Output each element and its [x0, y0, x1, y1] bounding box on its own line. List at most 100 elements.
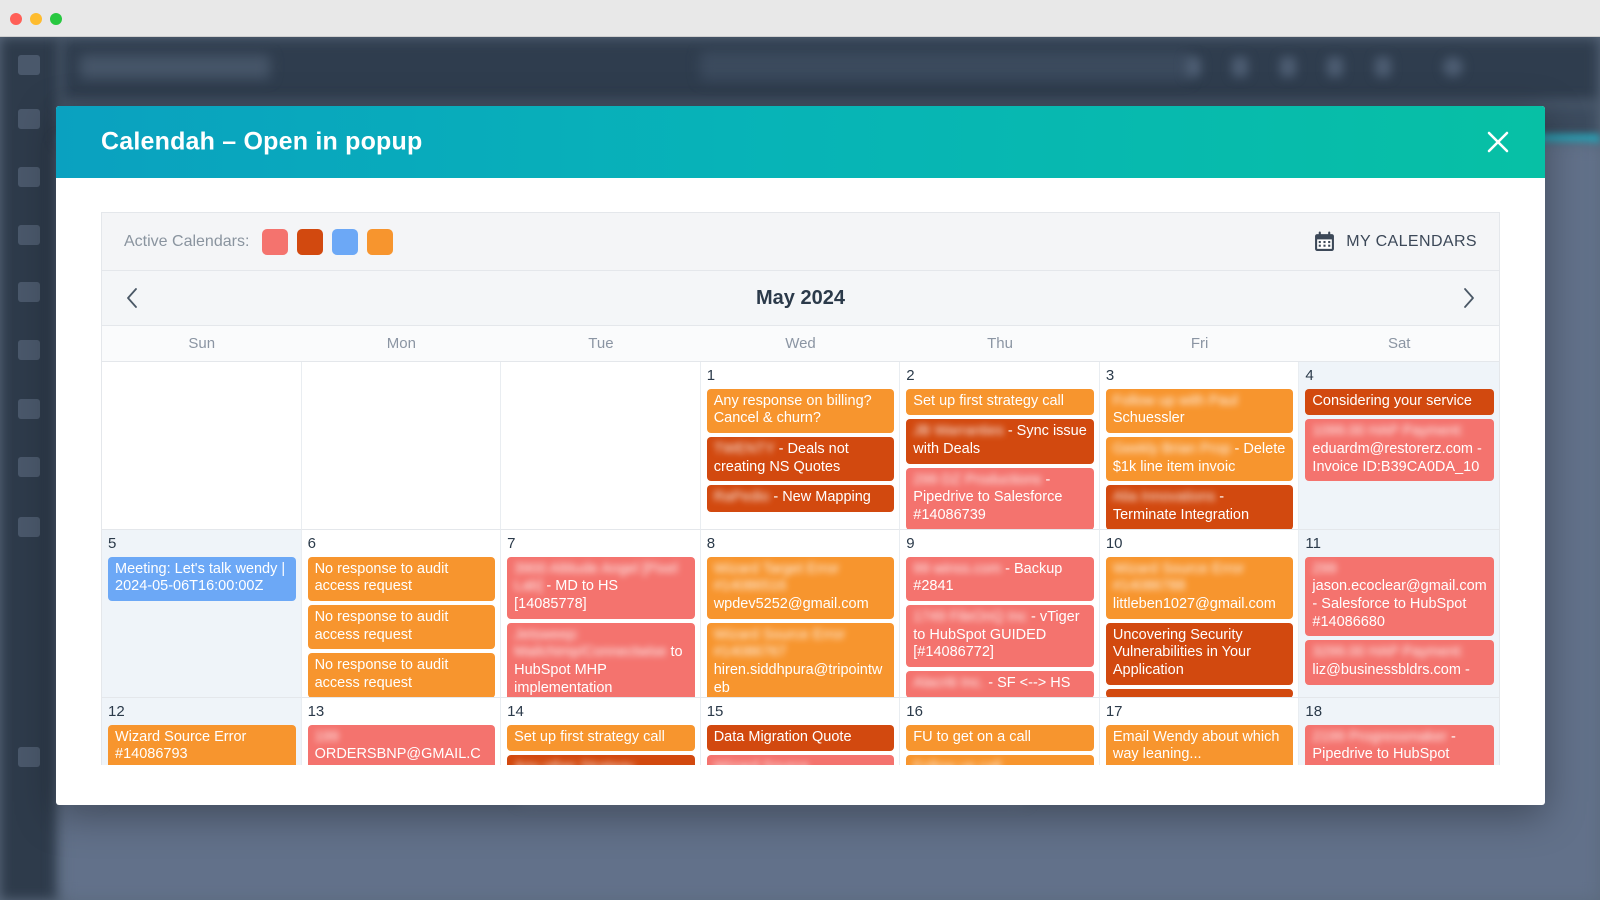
calendar-day-cell-11[interactable]: 11 299 jason.ecoclear@gmail.com - Salesfo… [1299, 530, 1499, 698]
calendar-event[interactable]: Email Wendy about which way leaning... [1105, 724, 1294, 765]
active-calendars-group: Active Calendars: [124, 228, 394, 255]
day-number: 12 [108, 703, 125, 720]
calendar-day-cell-13[interactable]: 13 199 ORDERSBNP@GMAIL.COM [301, 698, 502, 765]
background-avatar [1443, 57, 1463, 77]
calendar-day-cell-empty [501, 362, 701, 530]
background-center-panel [700, 51, 1190, 81]
calendar-event[interactable]: Geekly Brian Prop - Delete $1k line item… [1105, 436, 1294, 482]
modal-body: Active Calendars: MY CALENDARS May 2024 … [56, 178, 1545, 765]
calendar-event[interactable]: Any other Strategy [507, 755, 695, 765]
event-redacted-text: 3299.00 HAP Payment: [1312, 644, 1464, 661]
close-icon[interactable] [1481, 125, 1515, 159]
calendar-event[interactable]: Alacriti Inc. - SF <--> HS [906, 670, 1094, 697]
calendar-day-cell-12[interactable]: 12 Wizard Source Error #14086793 [102, 698, 302, 765]
event-text: wpdev5252@gmail.com [713, 595, 869, 612]
calendar-event[interactable]: TWENTY - Deals not creating NS Quotes [706, 436, 895, 482]
calendar-swatch-3[interactable] [332, 228, 359, 255]
calendar-color-swatches [262, 228, 394, 255]
calendar-day-cell-8[interactable]: 8 Wizard Target Error #14086516 wpdev5252… [700, 530, 901, 698]
calendar-event[interactable]: 199 ORDERSBNP@GMAIL.COM [307, 724, 496, 765]
calendar-event[interactable]: Wizard Source Error #14086788 littleben1… [1105, 556, 1294, 619]
calendar-event[interactable]: 299 DZ Productions - Pipedrive to Salesf… [906, 467, 1094, 529]
calendar-event[interactable]: 3299.00 HAP Payment: liz@businessbldrs.c… [1305, 640, 1494, 685]
calendar-event[interactable]: 1749 FileOnQ Inc - vTiger to HubSpot GUI… [906, 604, 1094, 667]
calendar-day-cell-18[interactable]: 18 2199 Progressmaker - Pipedrive to HubS… [1299, 698, 1499, 765]
day-number: 7 [507, 535, 516, 552]
calendar-event[interactable]: 3900 Altitude Angel [Pixel Lab] - MD to … [507, 556, 695, 619]
day-number: 1 [706, 367, 716, 384]
event-redacted-text: Alia Innovations [1112, 489, 1216, 506]
calendar-event[interactable]: Considering your service [1305, 388, 1494, 416]
calendar-event[interactable]: 2199 Progressmaker - Pipedrive to HubSpo… [1305, 724, 1494, 765]
calendar-event[interactable]: 299 jason.ecoclear@gmail.com - Salesforc… [1305, 556, 1494, 637]
calendar-event[interactable]: Meeting: Let's talk wendy | 2024-05-06T1… [108, 556, 296, 601]
background-sidebar-icon [18, 399, 40, 419]
calendar-event[interactable]: Any response on billing? Cancel & churn? [706, 388, 895, 433]
calendar-day-cell-7[interactable]: 7 3900 Altitude Angel [Pixel Lab] - MD to… [501, 530, 701, 698]
calendar-event[interactable]: No response to audit access request [307, 604, 496, 650]
modal-header: Calendah – Open in popup [56, 106, 1545, 178]
background-sidebar-icon [18, 167, 40, 187]
day-number: 6 [307, 535, 316, 552]
background-topbar-icon [1327, 57, 1343, 77]
event-text: - New Mapping [769, 489, 871, 506]
active-calendars-toolbar: Active Calendars: MY CALENDARS [101, 212, 1500, 270]
calendar-event[interactable]: Set up first strategy call [507, 724, 695, 752]
calendar-swatch-1[interactable] [262, 228, 289, 255]
calendar-day-cell-9[interactable]: 9 99 winss.com - Backup #2841 1749 FileOnQ… [900, 530, 1100, 698]
calendar-day-cell-15[interactable]: 15 Data Migration Quote Wizard Source [700, 698, 901, 765]
calendar-day-cell-16[interactable]: 16 FU to get on a call Follow up call [900, 698, 1100, 765]
calendar-day-cell-4[interactable]: 4 Considering your service 1099.00 HAP Pay… [1299, 362, 1499, 530]
calendar-event[interactable]: Wizard Source Error #14086767 hiren.sidd… [706, 622, 895, 697]
calendar-day-cell-3[interactable]: 3 Follow up with Paul Schuessler Geekly Br… [1099, 362, 1300, 530]
calendar-event[interactable]: Uncovering Security Vulnerabilities in Y… [1105, 622, 1294, 685]
calendar-day-cell-5[interactable]: 5 Meeting: Let's talk wendy | 2024-05-06T… [102, 530, 302, 698]
weekday-header-sun: Sun [188, 335, 216, 352]
calendar-event[interactable]: 1099.00 HAP Payment: eduardm@restorerz.c… [1305, 419, 1494, 482]
calendar-event[interactable]: Data Migration Quote [706, 724, 895, 752]
calendar-event[interactable]: Wizard Source [706, 755, 895, 765]
window-maximize-button[interactable] [50, 13, 62, 25]
calendar-swatch-2[interactable] [297, 228, 324, 255]
calendar-event[interactable]: Follow up with Paul Schuessler [1105, 388, 1294, 433]
calendar-event[interactable]: Wizard Source Error #14086793 [108, 724, 296, 765]
calendar-week-row: 5 Meeting: Let's talk wendy | 2024-05-06T… [102, 530, 1499, 698]
calendar-swatch-4[interactable] [367, 228, 394, 255]
calendar-day-cell-10[interactable]: 10 Wizard Source Error #14086788 littlebe… [1099, 530, 1300, 698]
calendar-day-cell-6[interactable]: 6 No response to audit access request No r… [301, 530, 502, 698]
event-redacted-text: Wizard Source Error #14086767 [713, 626, 846, 661]
calendar-event[interactable]: Follow up call [906, 755, 1094, 765]
day-number: 14 [507, 703, 524, 720]
calendar-day-cell-2[interactable]: 2 Set up first strategy call JB Warranties… [900, 362, 1100, 530]
calendar-event[interactable]: No response to audit access request [307, 556, 496, 601]
window-minimize-button[interactable] [30, 13, 42, 25]
calendar-event[interactable]: RaPedio - New Mapping [706, 485, 895, 512]
weekday-header-row: Sun Mon Tue Wed Thu Fri Sat [101, 326, 1500, 362]
weekday-header-thu: Thu [987, 335, 1013, 352]
next-month-button[interactable] [1462, 287, 1475, 309]
prev-month-button[interactable] [126, 287, 139, 309]
calendar-event[interactable]: Wizard Target Error #14086516 wpdev5252@… [706, 556, 895, 619]
background-sidebar-icon [18, 109, 40, 129]
calendar-event[interactable]: Jetsweep: Mailchimp/Connectwise to HubSp… [507, 622, 695, 697]
calendar-icon [1315, 231, 1335, 251]
calendar-day-cell-14[interactable]: 14 Set up first strategy call Any other St… [501, 698, 701, 765]
calendar-day-cell-1[interactable]: 1 Any response on billing? Cancel & churn… [700, 362, 901, 530]
weekday-header-mon: Mon [386, 335, 416, 352]
calendar-event[interactable]: No response to audit access request [307, 653, 496, 697]
calendar-event[interactable]: 99 winss.com - Backup #2841 [906, 556, 1094, 601]
day-number: 18 [1305, 703, 1323, 720]
event-text: ORDERSBNP@GMAIL.COM [314, 746, 481, 765]
background-topbar-icon [1232, 57, 1248, 77]
my-calendars-button[interactable]: MY CALENDARS [1314, 231, 1477, 252]
calendar-event[interactable] [1105, 688, 1294, 697]
event-redacted-text: 1749 FileOnQ Inc [913, 608, 1027, 625]
calendar-event[interactable]: Alia Innovations - Terminate Integration [1105, 485, 1294, 529]
calendar-event[interactable]: FU to get on a call [906, 724, 1094, 752]
calendar-day-cell-17[interactable]: 17 Email Wendy about which way leaning... [1099, 698, 1300, 765]
window-close-button[interactable] [10, 13, 22, 25]
day-number: 13 [307, 703, 325, 720]
day-number: 4 [1305, 367, 1314, 384]
calendar-event[interactable]: Set up first strategy call [906, 388, 1094, 416]
calendar-event[interactable]: JB Warranties - Sync issue with Deals [906, 419, 1094, 464]
